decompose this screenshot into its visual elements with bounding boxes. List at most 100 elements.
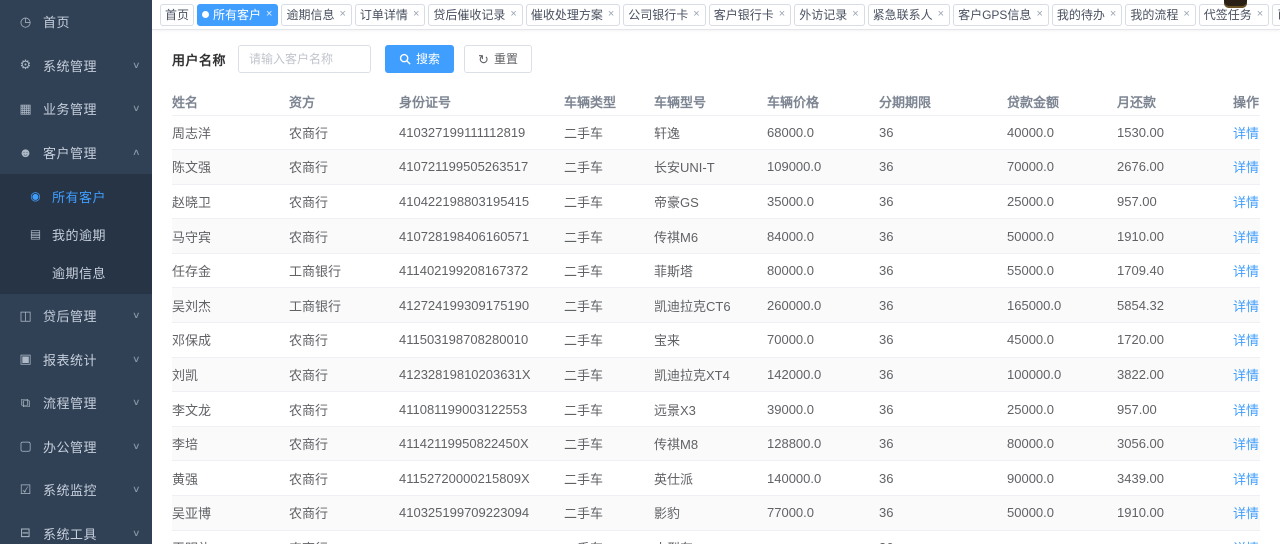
tab[interactable]: 紧急联系人 × [868,4,950,26]
search-icon [399,53,411,65]
detail-link[interactable]: 详情 [1233,230,1259,245]
sidebar-item[interactable]: ⚙ 系统管理 ∨ [0,44,152,88]
tab-label: 订单详情 [360,6,408,23]
tab-close-icon[interactable]: × [607,9,615,20]
cell-id_number: 411081199003122553 [399,392,564,427]
tab-close-icon[interactable]: × [692,9,700,20]
sidebar-item[interactable]: ▦ 业务管理 ∨ [0,87,152,131]
detail-link[interactable]: 详情 [1233,299,1259,314]
sidebar-subitem[interactable]: ▤ 我的逾期 [0,215,152,253]
cell-price [767,530,879,544]
sidebar-subitem[interactable]: 逾期信息 [0,253,152,291]
tab-close-icon[interactable]: × [851,9,859,20]
detail-link[interactable]: 详情 [1233,472,1259,487]
detail-link[interactable]: 详情 [1233,506,1259,521]
detail-link[interactable]: 详情 [1233,195,1259,210]
search-button[interactable]: 搜索 [385,45,454,73]
column-header-id_number: 身份证号 [399,88,564,115]
sidebar-item[interactable]: ⧉ 流程管理 ∨ [0,381,152,425]
cell-vehicle_model: 影豹 [654,496,767,531]
search-input[interactable] [238,45,371,73]
cell-price: 142000.0 [767,357,879,392]
tab[interactable]: 客户银行卡 × [709,4,791,26]
tab[interactable]: 贷后催收记录 × [428,4,522,26]
chevron-icon: ∨ [132,354,141,365]
avatar-cutoff[interactable] [1224,0,1247,8]
column-header-loan_amount: 贷款金额 [1007,88,1117,115]
cell-term: 36 [879,530,1007,544]
sidebar-subitem-icon: ▤ [28,227,43,241]
tab[interactable]: 催收处理方案 × [526,4,620,26]
cell-name: 李文龙 [172,392,289,427]
sidebar-item[interactable]: ▢ 办公管理 ∨ [0,425,152,469]
tab[interactable]: 外访记录 × [794,4,864,26]
cell-price: 140000.0 [767,461,879,496]
cell-term: 36 [879,253,1007,288]
detail-link[interactable]: 详情 [1233,437,1259,452]
cell-monthly_payment: 1720.00 [1117,323,1233,358]
table-row: 邓保成农商行411503198708280010二手车宝来70000.03645… [172,323,1260,358]
detail-link[interactable]: 详情 [1233,368,1259,383]
detail-link[interactable]: 详情 [1233,403,1259,418]
sidebar-subitem[interactable]: ◉ 所有客户 [0,177,152,215]
tab[interactable]: 已办任务 × [1272,4,1280,26]
tab[interactable]: 公司银行卡 × [623,4,705,26]
cell-name: 陈文强 [172,150,289,185]
cell-price: 128800.0 [767,426,879,461]
sidebar-item[interactable]: ▣ 报表统计 ∨ [0,338,152,382]
cell-id_number: 410325199709223094 [399,496,564,531]
sidebar-item[interactable]: ⊟ 系统工具 ∨ [0,512,152,555]
column-header-vehicle_model: 车辆型号 [654,88,767,115]
cell-loan_amount: 45000.0 [1007,323,1117,358]
cell-name: 吴亚博 [172,496,289,531]
table-row: 李培农商行41142119950822450X二手车传祺M8128800.036… [172,426,1260,461]
tab-close-icon[interactable]: × [1182,9,1190,20]
sidebar-item-icon: ▣ [17,351,34,367]
detail-link[interactable]: 详情 [1233,264,1259,279]
tab-close-icon[interactable]: × [1035,9,1043,20]
sidebar-item[interactable]: ◫ 贷后管理 ∨ [0,294,152,338]
tab-close-icon[interactable]: × [509,9,517,20]
column-header-monthly_payment: 月还款 [1117,88,1233,115]
tab[interactable]: 逾期信息 × [281,4,351,26]
tab-close-icon[interactable]: × [937,9,945,20]
tab-label: 催收处理方案 [531,6,603,23]
tab[interactable]: 客户GPS信息 × [953,4,1049,26]
cell-funder: 农商行 [289,115,399,150]
tab-close-icon[interactable]: × [338,9,346,20]
chevron-icon: ∨ [132,441,141,452]
cell-id_number: 410721199505263517 [399,150,564,185]
sidebar-item[interactable]: ◷ 首页 [0,0,152,44]
tab-close-icon[interactable]: × [265,9,273,20]
sidebar-subitem-label: 逾期信息 [52,263,140,282]
cell-vehicle_model: 传祺M6 [654,219,767,254]
sidebar-item[interactable]: ☑ 系统监控 ∨ [0,468,152,512]
cell-monthly_payment: 5854.32 [1117,288,1233,323]
cell-vehicle_model: 传祺M8 [654,426,767,461]
tab[interactable]: 所有客户 × [197,4,278,26]
tab-close-icon[interactable]: × [1256,9,1264,20]
cell-price: 84000.0 [767,219,879,254]
tab-close-icon[interactable]: × [778,9,786,20]
cell-name: 吴刘杰 [172,288,289,323]
detail-link[interactable]: 详情 [1233,126,1259,141]
cell-action: 详情 [1233,288,1260,323]
cell-loan_amount: 40000.0 [1007,115,1117,150]
cell-loan_amount: 50000.0 [1007,496,1117,531]
tab[interactable]: 我的待办 × [1052,4,1122,26]
detail-link[interactable]: 详情 [1233,333,1259,348]
tab[interactable]: 首页 [160,4,194,26]
cell-action: 详情 [1233,496,1260,531]
tab[interactable]: 订单详情 × [355,4,425,26]
tab[interactable]: 我的流程 × [1125,4,1195,26]
tab-close-icon[interactable]: × [1109,9,1117,20]
cell-vehicle_type: 二手车 [564,323,654,358]
detail-link[interactable]: 详情 [1233,160,1259,175]
reset-button[interactable]: ↻ 重置 [464,45,532,73]
sidebar-item[interactable]: ☻ 客户管理 ∧ [0,131,152,175]
cell-vehicle_model: 宝来 [654,323,767,358]
cell-monthly_payment: 2676.00 [1117,150,1233,185]
cell-funder: 农商行 [289,530,399,544]
tab-close-icon[interactable]: × [412,9,420,20]
cell-term: 36 [879,288,1007,323]
